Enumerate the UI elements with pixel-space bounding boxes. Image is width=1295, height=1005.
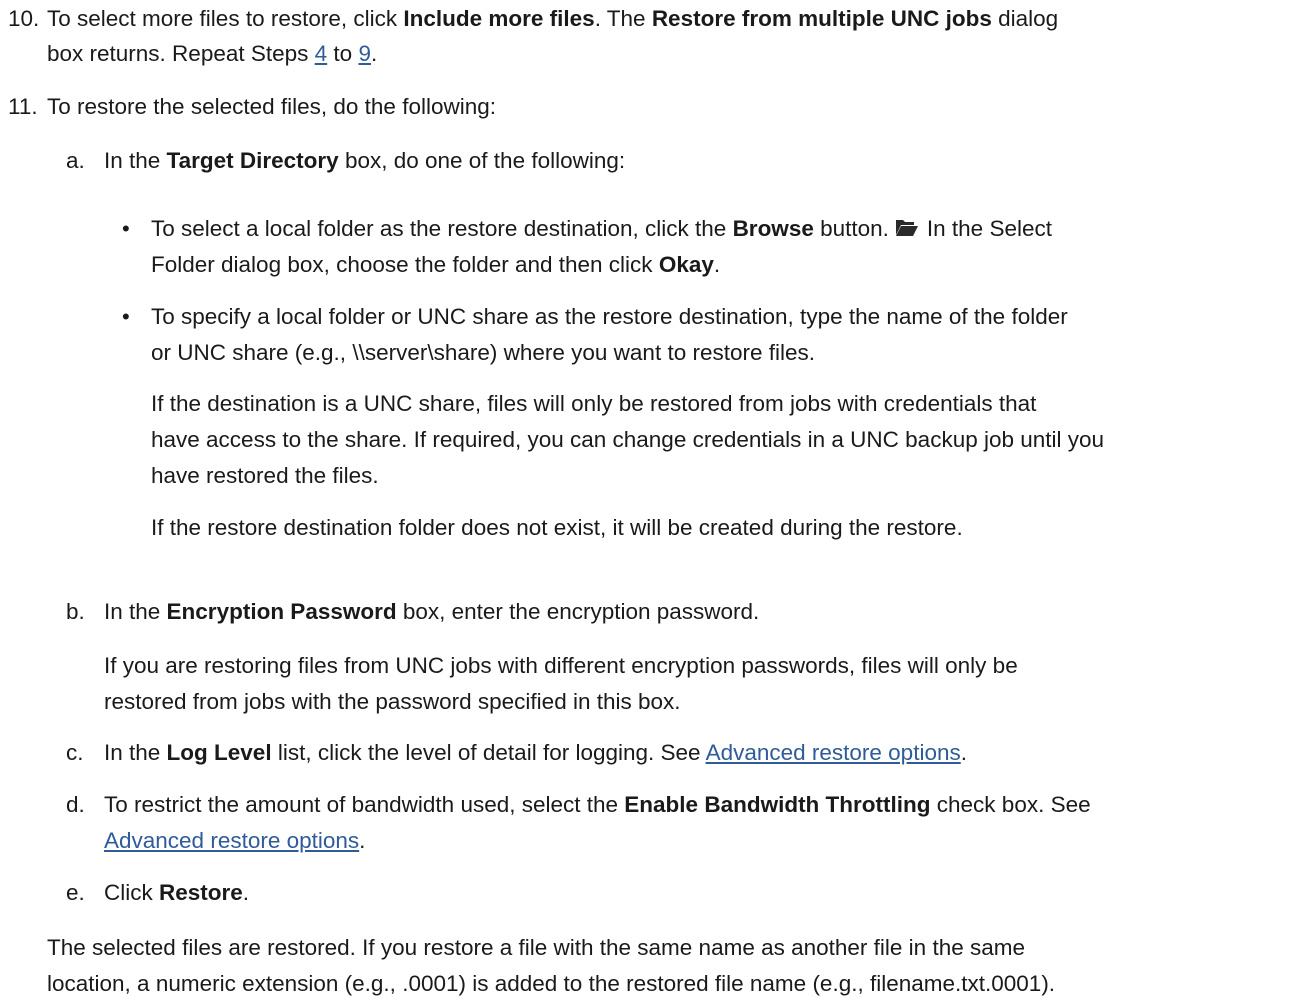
text: . xyxy=(370,41,378,66)
bullet-2-para-1-line-3: have restored the files. xyxy=(151,463,379,488)
text: To restrict the amount of bandwidth used… xyxy=(104,792,625,817)
closing-line-1: The selected files are restored. If you … xyxy=(47,935,1025,960)
bullet-1: • xyxy=(122,216,130,241)
bold-dialog-name: Restore from multiple UNC jobs xyxy=(651,6,992,31)
substep-a-letter: a. xyxy=(66,148,85,173)
bold-restore: Restore xyxy=(159,880,243,905)
link-advanced-restore-options-2[interactable]: Advanced restore options xyxy=(104,828,359,853)
bold-encryption-password: Encryption Password xyxy=(166,599,397,624)
bullet-2: • xyxy=(122,304,130,329)
bullet-2-para-1-line-1: If the destination is a UNC share, files… xyxy=(151,391,1037,416)
text: In the Select xyxy=(926,216,1052,241)
text: . xyxy=(359,828,366,853)
text: list, click the level of detail for logg… xyxy=(271,740,706,765)
substep-a-text: In the Target Directory box, do one of t… xyxy=(104,146,625,176)
text: box, do one of the following: xyxy=(338,148,626,173)
text: To select more files to restore, click xyxy=(47,6,404,31)
text: Folder dialog box, choose the folder and… xyxy=(151,252,659,277)
bullet-2-para-2: If the restore destination folder does n… xyxy=(151,515,963,540)
bullet-1-line-2: Folder dialog box, choose the folder and… xyxy=(151,250,720,280)
text: . xyxy=(960,740,967,765)
text: box, enter the encryption password. xyxy=(396,599,760,624)
text: . The xyxy=(594,6,652,31)
step-10-line-2: box returns. Repeat Steps 4 to 9. xyxy=(47,39,377,69)
substep-b-para-line-2: restored from jobs with the password spe… xyxy=(104,689,681,714)
text: . xyxy=(242,880,250,905)
text: Click xyxy=(104,880,159,905)
folder-open-icon xyxy=(895,216,919,246)
text: to xyxy=(327,41,359,66)
substep-c-text: In the Log Level list, click the level o… xyxy=(104,738,967,768)
bold-include-more-files: Include more files xyxy=(403,6,595,31)
link-step-4[interactable]: 4 xyxy=(315,41,328,66)
substep-d-letter: d. xyxy=(66,792,85,817)
closing-line-2: location, a numeric extension (e.g., .00… xyxy=(47,971,1056,996)
substep-b-text: In the Encryption Password box, enter th… xyxy=(104,597,759,627)
substep-e-text: Click Restore. xyxy=(104,878,249,908)
bold-okay: Okay xyxy=(658,252,714,277)
text: . xyxy=(713,252,721,277)
step-10-number: 10. xyxy=(8,6,40,31)
substep-d-line-2: Advanced restore options. xyxy=(104,826,365,856)
substep-e-letter: e. xyxy=(66,880,85,905)
bold-target-directory: Target Directory xyxy=(166,148,339,173)
text: box returns. Repeat Steps xyxy=(47,41,315,66)
text: dialog xyxy=(991,6,1059,31)
link-step-9[interactable]: 9 xyxy=(358,41,371,66)
bullet-1-line-1: To select a local folder as the restore … xyxy=(151,214,1052,246)
text: In the xyxy=(104,740,167,765)
bullet-2-line-2: or UNC share (e.g., \\server\share) wher… xyxy=(151,340,816,365)
link-advanced-restore-options[interactable]: Advanced restore options xyxy=(706,740,961,765)
step-10-line-1: To select more files to restore, click I… xyxy=(47,4,1058,34)
bullet-2-para-1-line-2: have access to the share. If required, y… xyxy=(151,427,1105,452)
substep-b-para-line-1: If you are restoring files from UNC jobs… xyxy=(104,653,1018,678)
text: In the xyxy=(104,599,167,624)
bold-log-level: Log Level xyxy=(166,740,272,765)
text: In the xyxy=(104,148,167,173)
substep-d-text: To restrict the amount of bandwidth used… xyxy=(104,790,1091,820)
text: check box. See xyxy=(930,792,1091,817)
substep-c-letter: c. xyxy=(66,740,84,765)
substep-b-letter: b. xyxy=(66,599,85,624)
bold-enable-bandwidth-throttling: Enable Bandwidth Throttling xyxy=(624,792,931,817)
step-11-text: To restore the selected files, do the fo… xyxy=(47,94,497,119)
step-11-number: 11. xyxy=(8,94,38,119)
bold-browse: Browse xyxy=(732,216,814,241)
text: To select a local folder as the restore … xyxy=(151,216,733,241)
bullet-2-line-1: To specify a local folder or UNC share a… xyxy=(151,304,1068,329)
text: button. xyxy=(813,216,889,241)
